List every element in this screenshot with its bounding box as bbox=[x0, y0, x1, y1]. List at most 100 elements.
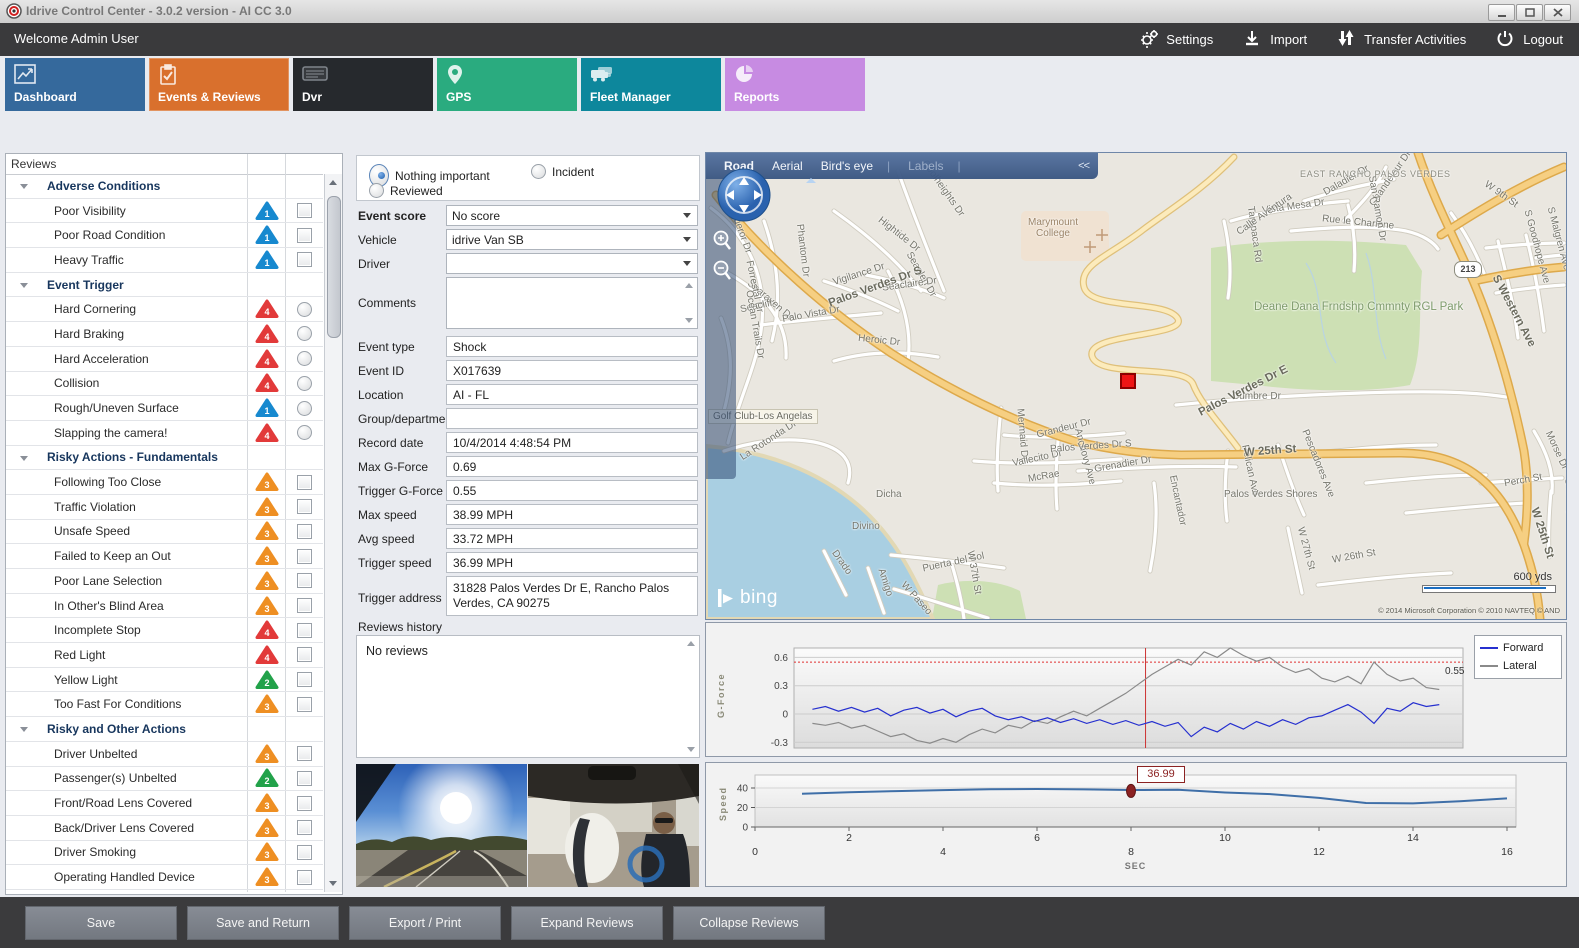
review-item-row[interactable]: Red Light4 bbox=[6, 643, 323, 668]
map-pan-control[interactable] bbox=[714, 165, 774, 225]
review-item-row[interactable]: Hard Braking4 bbox=[6, 322, 323, 347]
expand-reviews-button[interactable]: Expand Reviews bbox=[511, 906, 663, 940]
review-item-checkbox[interactable] bbox=[297, 623, 312, 638]
maximize-button[interactable] bbox=[1516, 4, 1543, 21]
scroll-down-icon[interactable] bbox=[329, 881, 337, 886]
video-thumbnail-cabin-camera[interactable] bbox=[528, 764, 699, 887]
map-view-aerial[interactable]: Aerial bbox=[772, 159, 803, 173]
field-trigger-g-force[interactable]: 0.55 bbox=[446, 480, 698, 501]
review-item-radio[interactable] bbox=[297, 302, 312, 317]
field-group-department[interactable] bbox=[446, 408, 698, 429]
field-event-type[interactable]: Shock bbox=[446, 336, 698, 357]
review-item-radio[interactable] bbox=[297, 376, 312, 391]
zoom-in-button[interactable] bbox=[711, 229, 733, 253]
review-item-row[interactable]: Operating Handled Device3 bbox=[6, 865, 323, 890]
video-thumbnail-road-camera[interactable] bbox=[356, 764, 527, 887]
review-item-row[interactable]: Excessive/Abusive Entertainment4 bbox=[6, 890, 323, 892]
review-item-checkbox[interactable] bbox=[297, 549, 312, 564]
tab-gps[interactable]: GPS bbox=[437, 58, 577, 111]
close-button[interactable] bbox=[1544, 4, 1571, 21]
minimize-button[interactable] bbox=[1488, 4, 1515, 21]
review-item-row[interactable]: Traffic Violation3 bbox=[6, 495, 323, 520]
review-item-row[interactable]: Poor Visibility1 bbox=[6, 199, 323, 224]
scrollbar-thumb[interactable] bbox=[327, 196, 341, 338]
tab-reports[interactable]: Reports bbox=[725, 58, 865, 111]
scroll-up-icon[interactable] bbox=[687, 641, 695, 646]
field-trigger-speed[interactable]: 36.99 MPH bbox=[446, 552, 698, 573]
review-item-row[interactable]: Following Too Close3 bbox=[6, 470, 323, 495]
review-item-checkbox[interactable] bbox=[297, 252, 312, 267]
import-button[interactable]: Import bbox=[1243, 29, 1307, 51]
bing-map[interactable]: Phantom DrSearaven DrForrestal DrConquer… bbox=[705, 152, 1567, 620]
zoom-out-button[interactable] bbox=[711, 259, 733, 283]
review-item-checkbox[interactable] bbox=[297, 524, 312, 539]
review-item-row[interactable]: In Other's Blind Area3 bbox=[6, 594, 323, 619]
field-event-id[interactable]: X017639 bbox=[446, 360, 698, 381]
review-item-row[interactable]: Collision4 bbox=[6, 372, 323, 397]
reviews-scrollbar[interactable] bbox=[324, 174, 342, 892]
review-item-checkbox[interactable] bbox=[297, 870, 312, 885]
review-item-row[interactable]: Back/Driver Lens Covered3 bbox=[6, 816, 323, 841]
field-vehicle[interactable]: idrive Van SB bbox=[446, 229, 698, 250]
field-record-date[interactable]: 10/4/2014 4:48:54 PM bbox=[446, 432, 698, 453]
review-item-row[interactable]: Hard Cornering4 bbox=[6, 297, 323, 322]
field-location[interactable]: AI - FL bbox=[446, 384, 698, 405]
review-item-row[interactable]: Slapping the camera!4 bbox=[6, 421, 323, 446]
review-item-row[interactable]: Front/Road Lens Covered3 bbox=[6, 791, 323, 816]
field-avg-speed[interactable]: 33.72 MPH bbox=[446, 528, 698, 549]
review-category-row[interactable]: Event Trigger bbox=[6, 273, 323, 298]
map-toolbar-collapse-button[interactable]: << bbox=[1078, 160, 1089, 172]
review-item-radio[interactable] bbox=[297, 326, 312, 341]
review-category-row[interactable]: Risky and Other Actions bbox=[6, 717, 323, 742]
status-radio-reviewed[interactable]: Reviewed bbox=[369, 183, 443, 198]
event-location-marker[interactable] bbox=[1120, 373, 1136, 389]
review-item-radio[interactable] bbox=[297, 351, 312, 366]
review-item-checkbox[interactable] bbox=[297, 697, 312, 712]
review-item-radio[interactable] bbox=[297, 401, 312, 416]
review-item-row[interactable]: Driver Smoking3 bbox=[6, 841, 323, 866]
field-comments[interactable] bbox=[446, 277, 698, 329]
logout-button[interactable]: Logout bbox=[1496, 29, 1563, 51]
field-event-score[interactable]: No score bbox=[446, 205, 698, 226]
map-view-bird-s-eye[interactable]: Bird's eye bbox=[821, 159, 873, 173]
field-max-g-force[interactable]: 0.69 bbox=[446, 456, 698, 477]
review-item-checkbox[interactable] bbox=[297, 672, 312, 687]
map-view-labels[interactable]: Labels bbox=[908, 159, 943, 173]
field-driver[interactable] bbox=[446, 253, 698, 274]
review-item-checkbox[interactable] bbox=[297, 647, 312, 662]
scroll-down-icon[interactable] bbox=[687, 747, 695, 752]
review-item-checkbox[interactable] bbox=[297, 203, 312, 218]
review-item-checkbox[interactable] bbox=[297, 499, 312, 514]
tab-dvr[interactable]: Dvr bbox=[293, 58, 433, 111]
review-category-row[interactable]: Adverse Conditions bbox=[6, 174, 323, 199]
review-item-row[interactable]: Poor Road Condition1 bbox=[6, 223, 323, 248]
review-item-checkbox[interactable] bbox=[297, 573, 312, 588]
save-button[interactable]: Save bbox=[25, 906, 177, 940]
scroll-up-icon[interactable] bbox=[329, 180, 337, 185]
review-item-row[interactable]: Driver Unbelted3 bbox=[6, 742, 323, 767]
review-item-row[interactable]: Incomplete Stop4 bbox=[6, 618, 323, 643]
review-item-row[interactable]: Yellow Light2 bbox=[6, 668, 323, 693]
review-item-checkbox[interactable] bbox=[297, 771, 312, 786]
review-item-radio[interactable] bbox=[297, 425, 312, 440]
tab-fleet-manager[interactable]: Fleet Manager bbox=[581, 58, 721, 111]
review-item-checkbox[interactable] bbox=[297, 820, 312, 835]
export-print-button[interactable]: Export / Print bbox=[349, 906, 501, 940]
review-item-checkbox[interactable] bbox=[297, 796, 312, 811]
review-item-row[interactable]: Heavy Traffic1 bbox=[6, 248, 323, 273]
save-and-return-button[interactable]: Save and Return bbox=[187, 906, 339, 940]
review-item-checkbox[interactable] bbox=[297, 598, 312, 613]
review-item-checkbox[interactable] bbox=[297, 746, 312, 761]
transfer-activities-button[interactable]: Transfer Activities bbox=[1337, 29, 1466, 51]
review-item-row[interactable]: Hard Acceleration4 bbox=[6, 347, 323, 372]
field-max-speed[interactable]: 38.99 MPH bbox=[446, 504, 698, 525]
review-item-row[interactable]: Rough/Uneven Surface1 bbox=[6, 396, 323, 421]
collapse-reviews-button[interactable]: Collapse Reviews bbox=[673, 906, 825, 940]
review-item-row[interactable]: Unsafe Speed3 bbox=[6, 520, 323, 545]
review-category-row[interactable]: Risky Actions - Fundamentals bbox=[6, 446, 323, 471]
status-radio-incident[interactable]: Incident bbox=[531, 164, 594, 179]
review-item-row[interactable]: Too Fast For Conditions3 bbox=[6, 692, 323, 717]
field-trigger-address[interactable]: 31828 Palos Verdes Dr E, Rancho Palos Ve… bbox=[446, 576, 698, 616]
review-item-checkbox[interactable] bbox=[297, 845, 312, 860]
settings-button[interactable]: Settings bbox=[1139, 29, 1213, 51]
